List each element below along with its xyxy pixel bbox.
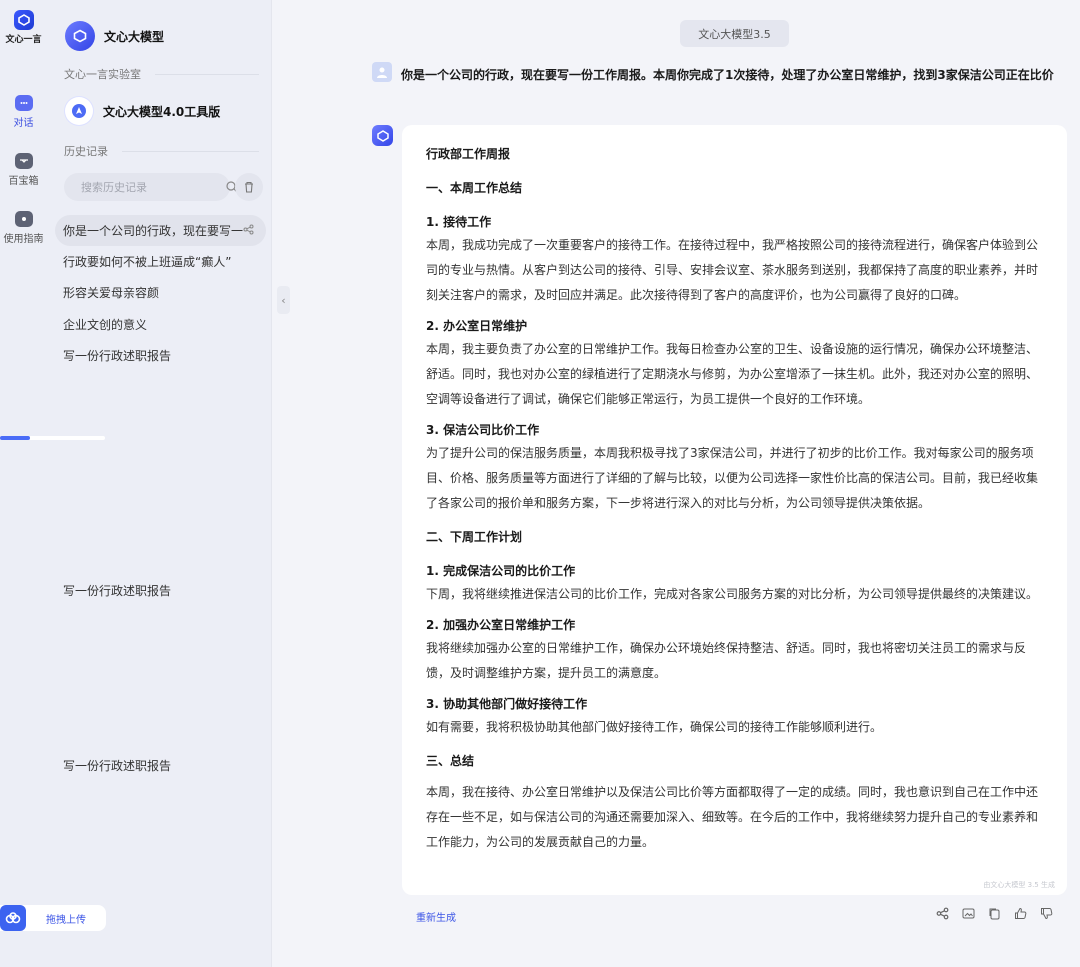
generated-by-watermark: 由文心大模型 3.5 生成	[983, 881, 1055, 889]
history-item[interactable]: 企业文创的意义	[55, 309, 266, 340]
collapse-sidebar-button[interactable]: ‹	[277, 286, 290, 314]
history-item-label: 行政要如何不被上班逼成“癫人”	[63, 255, 232, 269]
cloud-upload-icon	[0, 905, 26, 931]
tool-name: 文心大模型4.0工具版	[103, 104, 221, 119]
app-logo-text: 文心一言	[5, 35, 42, 45]
section-heading: 三、总结	[426, 754, 475, 768]
lab-label: 文心一言实验室	[64, 68, 141, 81]
trash-icon	[243, 178, 255, 197]
image-icon[interactable]	[961, 906, 976, 921]
sub-heading: 1. 接待工作	[426, 215, 492, 229]
sub-heading: 2. 加强办公室日常维护工作	[426, 618, 576, 632]
tool-item[interactable]: 文心大模型4.0工具版	[65, 97, 220, 125]
chevron-left-icon: ‹	[281, 293, 286, 307]
answer-card: 行政部工作周报 一、本周工作总结 1. 接待工作 本周，我成功完成了一次重要客户…	[402, 125, 1067, 895]
chat-icon	[14, 95, 33, 111]
rail-item-chat[interactable]: 对话	[0, 95, 47, 129]
history-item[interactable]: 你是一个公司的行政，现在要写一	[55, 215, 266, 246]
history-search-input[interactable]	[81, 180, 226, 194]
section-heading: 一、本周工作总结	[426, 181, 523, 195]
sub-heading: 3. 协助其他部门做好接待工作	[426, 697, 588, 711]
history-item[interactable]: 形容关爱母亲容颜	[55, 277, 266, 308]
regenerate-button[interactable]: 重新生成	[416, 909, 456, 924]
paragraph: 下周，我将继续推进保洁公司的比价工作，完成对各家公司服务方案的对比分析，为公司领…	[426, 587, 1039, 601]
answer-title: 行政部工作周报	[426, 147, 511, 161]
user-message: 你是一个公司的行政，现在要写一份工作周报。本周你完成了1次接待，处理了办公室日常…	[401, 68, 1054, 82]
brand-logo-icon	[65, 21, 95, 51]
treasure-box-icon	[14, 153, 33, 169]
history-item-label: 你是一个公司的行政，现在要写一	[63, 224, 244, 238]
history-label: 历史记录	[64, 145, 108, 158]
user-avatar	[372, 62, 392, 82]
guide-icon	[14, 211, 33, 227]
brand-name: 文心大模型	[104, 29, 165, 44]
paragraph: 本周，我主要负责了办公室的日常维护工作。我每日检查办公室的卫生、设备设施的运行情…	[426, 342, 1039, 406]
thumbs-up-icon[interactable]	[1013, 906, 1028, 921]
rail-item-label: 百宝箱	[8, 176, 39, 187]
tool-logo-icon	[65, 97, 93, 125]
sub-heading: 3. 保洁公司比价工作	[426, 423, 540, 437]
wenxin-logo-icon	[13, 10, 34, 30]
left-rail: 文心一言 对话 百宝箱 使用指南	[0, 0, 47, 967]
history-item[interactable]: 写一份行政述职报告	[55, 340, 266, 371]
model-tag[interactable]: 文心大模型3.5	[680, 20, 789, 47]
answer-actions	[935, 906, 1054, 921]
upload-label: 拖拽上传	[46, 914, 86, 926]
rail-item-treasure[interactable]: 百宝箱	[0, 153, 47, 187]
loading-bar	[0, 436, 105, 440]
rail-item-label: 对话	[13, 118, 34, 129]
history-item-label: 形容关爱母亲容颜	[63, 286, 160, 300]
rail-item-guide[interactable]: 使用指南	[0, 211, 47, 245]
share-icon[interactable]	[935, 906, 950, 921]
paragraph: 本周，我在接待、办公室日常维护以及保洁公司比价等方面都取得了一定的成绩。同时，我…	[426, 785, 1039, 849]
brand[interactable]: 文心大模型	[65, 21, 164, 51]
history-item-label: 企业文创的意义	[63, 318, 148, 332]
drag-upload-button[interactable]: 拖拽上传	[0, 905, 106, 931]
paragraph: 为了提升公司的保洁服务质量，本周我积极寻找了3家保洁公司，并进行了初步的比价工作…	[426, 446, 1039, 510]
history-section-label: 历史记录	[64, 143, 259, 159]
paragraph: 本周，我成功完成了一次重要客户的接待工作。在接待过程中，我严格按照公司的接待流程…	[426, 238, 1039, 302]
sub-heading: 2. 办公室日常维护	[426, 319, 528, 333]
history-item[interactable]: 写一份行政述职报告	[55, 750, 266, 781]
history-item-label: 写一份行政述职报告	[63, 584, 172, 598]
loading-bar-fill	[0, 436, 30, 440]
section-heading: 二、下周工作计划	[426, 530, 523, 544]
sub-heading: 1. 完成保洁公司的比价工作	[426, 564, 576, 578]
copy-icon[interactable]	[987, 906, 1002, 921]
bot-avatar	[372, 125, 393, 146]
rail-item-label: 使用指南	[3, 234, 44, 245]
history-item[interactable]: 行政要如何不被上班逼成“癫人”	[55, 246, 266, 277]
app-logo[interactable]: 文心一言	[0, 10, 47, 45]
history-search[interactable]	[64, 173, 238, 201]
clear-history-button[interactable]	[235, 173, 263, 201]
share-icon[interactable]	[243, 224, 254, 238]
thumbs-down-icon[interactable]	[1039, 906, 1054, 921]
paragraph: 如有需要，我将积极协助其他部门做好接待工作，确保公司的接待工作能够顺利进行。	[426, 720, 883, 734]
paragraph: 我将继续加强办公室的日常维护工作，确保办公环境始终保持整洁、舒适。同时，我也将密…	[426, 641, 1027, 680]
sidebar: 文心大模型 文心一言实验室 文心大模型4.0工具版 历史记录 你是一个公司的行政…	[47, 0, 272, 967]
lab-section-label: 文心一言实验室	[64, 66, 259, 82]
history-item-label: 写一份行政述职报告	[63, 349, 172, 363]
history-item[interactable]: 写一份行政述职报告	[55, 575, 266, 606]
history-item-label: 写一份行政述职报告	[63, 759, 172, 773]
